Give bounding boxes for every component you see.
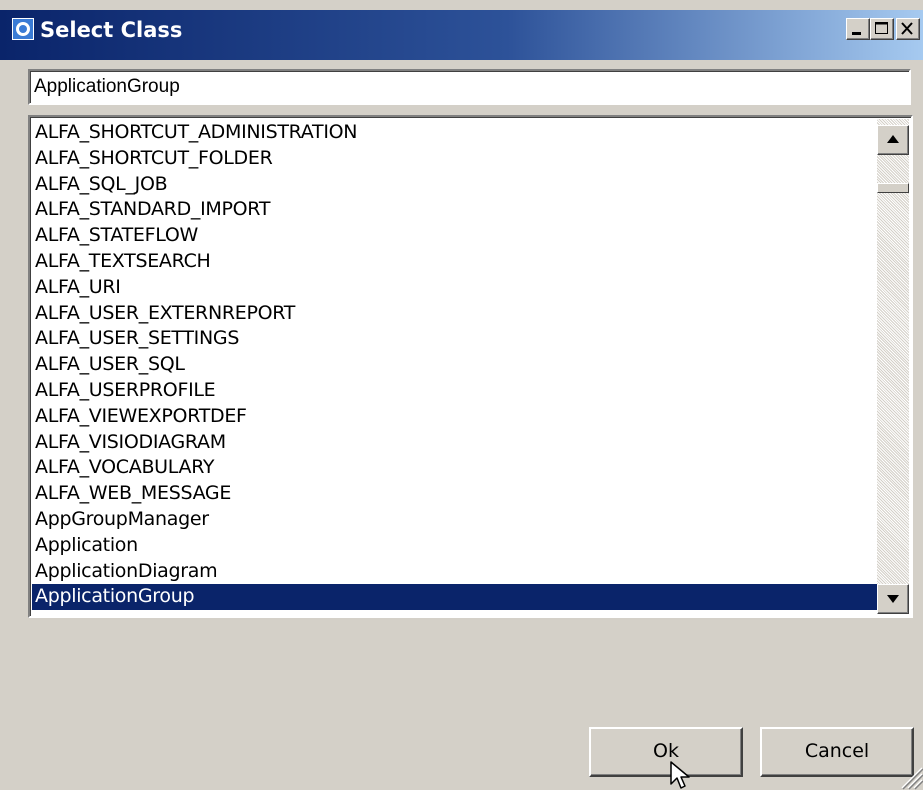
list-item[interactable]: ALFA_VOCABULARY [32,455,877,481]
list-item[interactable]: ALFA_SHORTCUT_ADMINISTRATION [32,120,877,146]
cancel-button[interactable]: Cancel [760,727,914,777]
title-bar-top-edge [0,0,923,10]
vertical-scrollbar[interactable] [877,119,909,614]
list-item[interactable]: ALFA_USERPROFILE [32,378,877,404]
list-item[interactable]: ALFA_USER_EXTERNREPORT [32,301,877,327]
class-list: ALFA_SHORTCUT_ADMINISTRATION ALFA_SHORTCU… [32,120,877,611]
maximize-icon [875,22,888,34]
scrollbar-thumb[interactable] [877,183,909,193]
select-class-dialog: Select Class ALFA_SHORTCUT_ADMINISTRATIO… [0,0,923,790]
arrow-up-icon [887,135,899,143]
list-item[interactable]: ALFA_USER_SETTINGS [32,326,877,352]
list-item[interactable]: ALFA_VISIODIAGRAM [32,430,877,456]
list-item[interactable]: ALFA_SQL_JOB [32,172,877,198]
window-title: Select Class [40,18,183,42]
ok-button[interactable]: Ok [589,727,743,777]
list-item[interactable]: ALFA_VIEWEXPORTDEF [32,404,877,430]
title-bar[interactable]: Select Class [0,0,923,60]
list-item[interactable]: ALFA_STANDARD_IMPORT [32,197,877,223]
arrow-down-icon [887,595,899,603]
list-item[interactable]: ALFA_WEB_MESSAGE [32,481,877,507]
list-item[interactable]: AppGroupManager [32,507,877,533]
minimize-button[interactable] [846,18,870,40]
close-icon [901,22,913,35]
close-button[interactable] [896,18,920,40]
scroll-up-button[interactable] [877,125,909,155]
list-item[interactable]: Application [32,533,877,559]
resize-grip-icon[interactable] [898,762,923,790]
list-item-selected[interactable]: ApplicationGroup [32,584,877,611]
minimize-icon [852,32,861,35]
list-item[interactable]: ALFA_SHORTCUT_FOLDER [32,146,877,172]
list-item[interactable]: ALFA_URI [32,275,877,301]
list-item[interactable]: ALFA_TEXTSEARCH [32,249,877,275]
app-icon[interactable] [12,18,34,40]
maximize-button[interactable] [870,18,894,40]
class-listbox[interactable]: ALFA_SHORTCUT_ADMINISTRATION ALFA_SHORTCU… [28,115,913,618]
list-item[interactable]: ApplicationDiagram [32,559,877,585]
scroll-down-button[interactable] [877,584,909,614]
list-item[interactable]: ALFA_STATEFLOW [32,223,877,249]
list-item[interactable]: ALFA_USER_SQL [32,352,877,378]
class-search-input[interactable] [28,69,911,105]
